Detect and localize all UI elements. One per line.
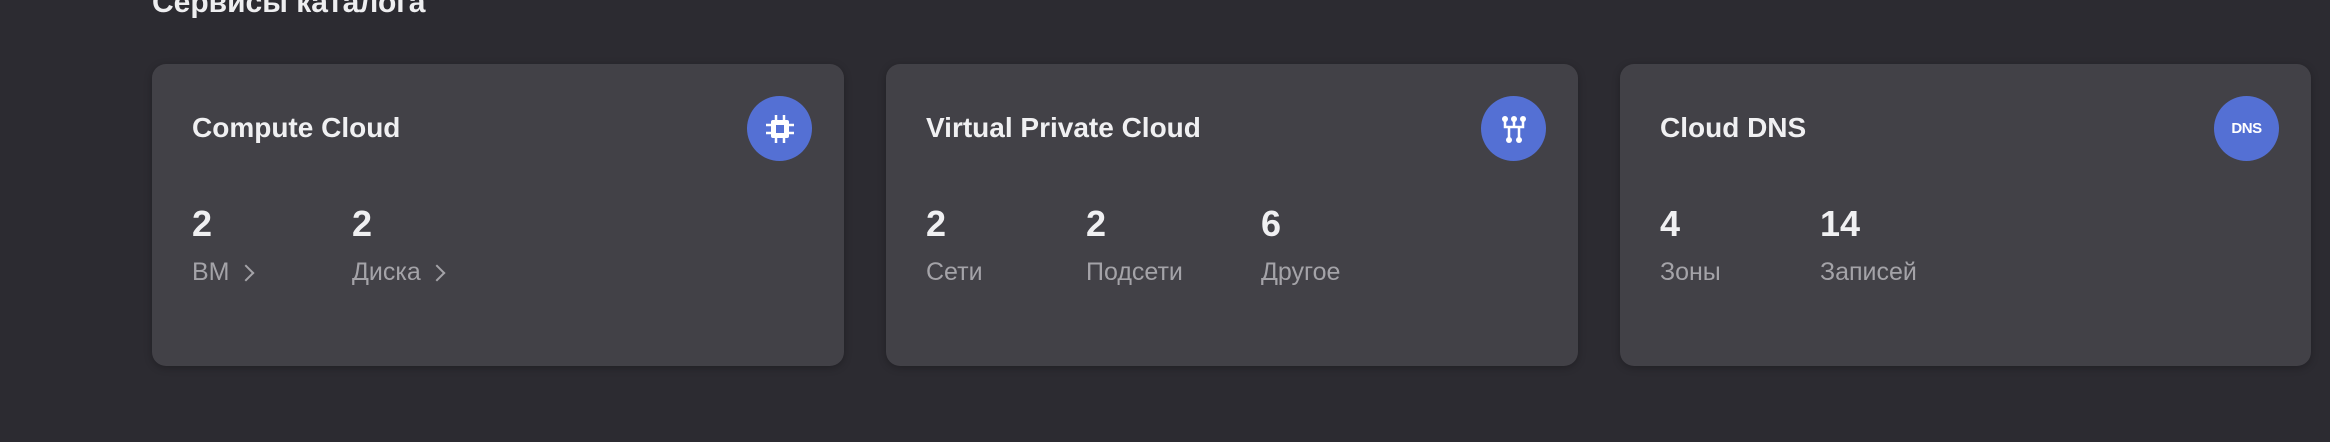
stat-label: Записей <box>1820 258 1917 286</box>
stat-label: Другое <box>1261 258 1341 286</box>
card-title: Virtual Private Cloud <box>926 112 1201 143</box>
stat-value: 2 <box>192 203 213 244</box>
card-title: Compute Cloud <box>192 112 401 143</box>
stat-networks: 2 Сети <box>926 200 983 287</box>
chevron-right-icon <box>237 264 254 281</box>
stat-label: Сети <box>926 258 983 286</box>
stat-records: 14 Записей <box>1820 200 1917 287</box>
service-card-cloud-dns[interactable]: Cloud DNS DNS 4 Зоны 14 Записей <box>1620 64 2311 366</box>
stat-disks[interactable]: 2 Диска <box>352 200 446 287</box>
stat-label: Подсети <box>1086 258 1183 286</box>
stat-value: 2 <box>926 203 947 244</box>
stat-label: Зоны <box>1660 258 1721 286</box>
service-card-compute-cloud[interactable]: Compute Cloud 2 ВМ 2 Диска <box>152 64 844 366</box>
stat-label[interactable]: ВМ <box>192 258 230 287</box>
stat-vm[interactable]: 2 ВМ <box>192 200 254 287</box>
stat-value: 6 <box>1261 203 1282 244</box>
cpu-icon <box>747 96 812 161</box>
service-card-vpc[interactable]: Virtual Private Cloud 2 Сети 2 Подсети 6… <box>886 64 1578 366</box>
stat-other: 6 Другое <box>1261 200 1340 287</box>
stat-subnets: 2 Подсети <box>1086 200 1183 287</box>
stat-value: 4 <box>1660 203 1681 244</box>
stat-value: 14 <box>1820 203 1861 244</box>
stat-label[interactable]: Диска <box>352 258 421 287</box>
stat-zones: 4 Зоны <box>1660 200 1721 287</box>
chevron-right-icon <box>428 264 446 281</box>
network-icon <box>1481 96 1546 161</box>
dns-icon: DNS <box>2214 96 2279 161</box>
stat-value: 2 <box>352 203 373 244</box>
section-heading: Сервисы каталога <box>152 0 426 19</box>
card-title: Cloud DNS <box>1660 112 1807 143</box>
stat-value: 2 <box>1086 203 1107 244</box>
